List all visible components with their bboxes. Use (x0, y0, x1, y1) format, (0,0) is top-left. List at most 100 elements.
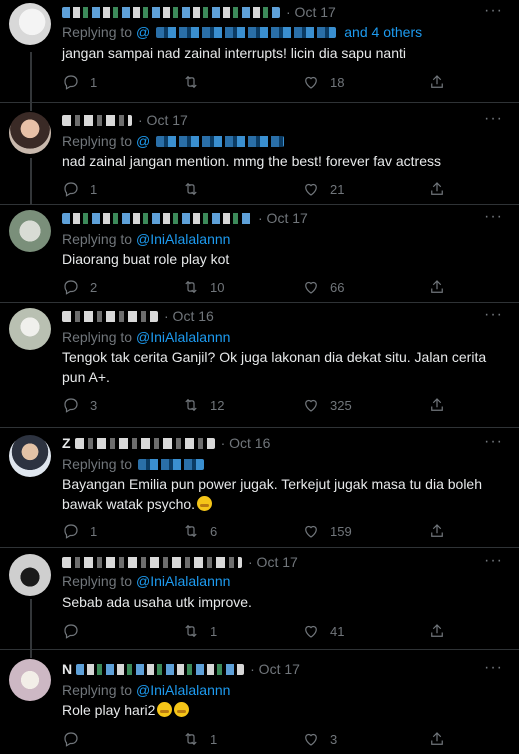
tweet-date[interactable]: · Oct 17 (248, 554, 298, 570)
tweet[interactable]: Z · Oct 16 ··· Replying to Bayangan Emil… (0, 428, 519, 548)
display-name-redacted[interactable] (62, 556, 242, 568)
share-button[interactable] (428, 179, 446, 199)
retweet-button[interactable]: 10 (182, 277, 224, 297)
thread-line (30, 52, 32, 103)
retweet-button[interactable]: 6 (182, 521, 217, 541)
tweet-header: · Oct 17 (62, 553, 298, 571)
reply-icon (64, 732, 78, 747)
share-button[interactable] (428, 277, 446, 297)
tweet[interactable]: · Oct 17 ··· Replying to @ and 4 others … (0, 0, 519, 103)
tweet-date[interactable]: · Oct 17 (258, 210, 308, 226)
tweet[interactable]: N · Oct 17 ··· Replying to @IniAlalalann… (0, 650, 519, 754)
reply-handle[interactable]: @IniAlalalannn (136, 231, 230, 247)
display-name-initial[interactable]: N (62, 661, 72, 677)
like-button[interactable]: 41 (302, 621, 344, 641)
retweet-button[interactable]: 12 (182, 395, 224, 415)
share-button[interactable] (428, 395, 446, 415)
tweet-header: N · Oct 17 (62, 660, 300, 678)
tweet-date[interactable]: · Oct 17 (286, 4, 336, 20)
like-button[interactable]: 325 (302, 395, 352, 415)
more-icon[interactable]: ··· (484, 659, 503, 677)
handle-redacted[interactable] (156, 135, 285, 147)
share-button[interactable] (428, 521, 446, 541)
handle-redacted[interactable] (156, 26, 337, 38)
more-icon[interactable]: ··· (484, 306, 503, 324)
retweet-button[interactable] (182, 179, 210, 199)
display-name-redacted[interactable] (62, 212, 252, 224)
display-name-redacted[interactable] (74, 437, 215, 449)
tweet[interactable]: · Oct 17 ··· Replying to @ nad zainal ja… (0, 103, 519, 205)
retweet-button[interactable]: 1 (182, 621, 217, 641)
tweet-date[interactable]: · Oct 17 (250, 661, 300, 677)
reply-button[interactable] (62, 621, 90, 641)
like-count: 21 (330, 181, 345, 197)
reply-handle[interactable]: @IniAlalalannn (136, 573, 230, 589)
tweet-header: · Oct 16 (62, 307, 214, 325)
display-name-initial[interactable]: Z (62, 435, 71, 451)
replying-to-label: Replying to (62, 456, 133, 472)
share-button[interactable] (428, 72, 446, 92)
avatar[interactable] (9, 554, 51, 596)
reply-button[interactable]: 1 (62, 72, 97, 92)
more-icon[interactable]: ··· (484, 2, 503, 20)
reply-button[interactable] (62, 729, 90, 749)
more-icon[interactable]: ··· (484, 552, 503, 570)
avatar[interactable] (9, 210, 51, 252)
display-name-redacted[interactable] (62, 310, 158, 322)
reply-handle[interactable]: @IniAlalalannn (136, 682, 230, 698)
handle-redacted[interactable] (138, 458, 205, 470)
and-others-link[interactable]: and 4 others (344, 24, 422, 40)
tweet-text: Role play hari2 (62, 700, 507, 720)
tweet-date[interactable]: · Oct 17 (138, 112, 188, 128)
tweet-header: · Oct 17 (62, 209, 308, 227)
reply-handle[interactable]: @ (136, 133, 150, 149)
display-name-redacted[interactable] (76, 663, 245, 675)
reply-button[interactable]: 1 (62, 521, 97, 541)
like-icon (305, 733, 317, 746)
like-button[interactable]: 159 (302, 521, 352, 541)
like-button[interactable]: 66 (302, 277, 344, 297)
more-icon[interactable]: ··· (484, 110, 503, 128)
tweet[interactable]: · Oct 16 ··· Replying to @IniAlalalannn … (0, 303, 519, 428)
tweet[interactable]: · Oct 17 ··· Replying to @IniAlalalannn … (0, 205, 519, 303)
replying-to: Replying to @IniAlalalannn (62, 681, 230, 699)
thread-line (30, 158, 32, 205)
tweet-date[interactable]: · Oct 16 (221, 435, 271, 451)
share-icon (431, 182, 443, 195)
avatar[interactable] (9, 435, 51, 477)
avatar[interactable] (9, 3, 51, 45)
avatar[interactable] (9, 308, 51, 350)
retweet-icon (185, 182, 197, 196)
tweet[interactable]: · Oct 17 ··· Replying to @IniAlalalannn … (0, 548, 519, 650)
more-icon[interactable]: ··· (484, 433, 503, 451)
like-count: 3 (330, 731, 338, 747)
tweet-header: Z · Oct 16 (62, 434, 270, 452)
reply-button[interactable]: 1 (62, 179, 97, 199)
reply-icon (64, 398, 78, 413)
avatar[interactable] (9, 112, 51, 154)
like-count: 18 (330, 74, 345, 90)
tweet-date[interactable]: · Oct 16 (164, 308, 214, 324)
display-name-redacted[interactable] (62, 6, 280, 18)
reply-handle[interactable]: @ (136, 24, 150, 40)
retweet-button[interactable]: 1 (182, 729, 217, 749)
retweet-button[interactable] (182, 72, 210, 92)
reply-handle[interactable]: @IniAlalalannn (136, 329, 230, 345)
like-button[interactable]: 21 (302, 179, 344, 199)
more-icon[interactable]: ··· (484, 208, 503, 226)
replying-to-label: Replying to (62, 231, 133, 247)
like-button[interactable]: 18 (302, 72, 344, 92)
like-button[interactable]: 3 (302, 729, 337, 749)
reply-count: 1 (90, 181, 98, 197)
reply-button[interactable]: 3 (62, 395, 97, 415)
reply-button[interactable]: 2 (62, 277, 97, 297)
share-button[interactable] (428, 729, 446, 749)
display-name-redacted[interactable] (62, 114, 132, 126)
like-icon (305, 525, 317, 538)
replying-to: Replying to @ and 4 others (62, 23, 422, 41)
share-icon (431, 280, 443, 293)
avatar[interactable] (9, 659, 51, 701)
share-button[interactable] (428, 621, 446, 641)
replying-to: Replying to (62, 455, 205, 473)
tweet-actions: 1 6 159 (62, 521, 462, 541)
